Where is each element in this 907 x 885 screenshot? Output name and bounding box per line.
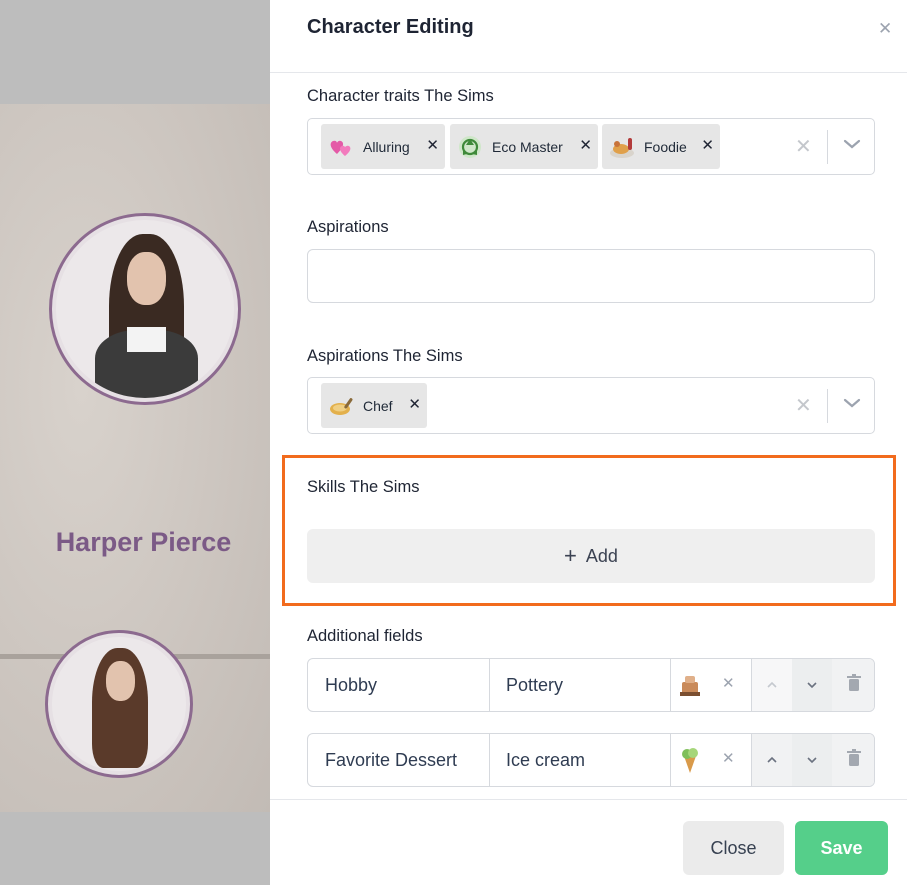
ice-cream-icon[interactable] bbox=[678, 746, 702, 774]
delete-field-button[interactable] bbox=[832, 659, 874, 711]
traits-select[interactable]: Alluring ✕ Eco Master ✕ Foodie ✕ ✕ bbox=[307, 118, 875, 175]
hearts-icon bbox=[327, 133, 355, 161]
field-key-input[interactable]: Hobby bbox=[308, 659, 490, 711]
move-up-button[interactable] bbox=[752, 734, 792, 786]
field-key-input[interactable]: Favorite Dessert bbox=[308, 734, 490, 786]
aspiration-chip-chef: Chef ✕ bbox=[321, 383, 427, 428]
panel-header: Character Editing ✕ bbox=[270, 0, 907, 73]
field-value-input[interactable]: Ice cream bbox=[490, 734, 671, 786]
chef-pan-icon bbox=[327, 392, 355, 420]
clear-selection-icon[interactable]: ✕ bbox=[795, 393, 812, 418]
field-value-input[interactable]: Pottery bbox=[490, 659, 671, 711]
additional-fields-label: Additional fields bbox=[307, 627, 423, 645]
panel-title: Character Editing bbox=[307, 16, 474, 38]
additional-field-row: Hobby Pottery ✕ bbox=[307, 658, 875, 712]
move-down-button[interactable] bbox=[792, 734, 832, 786]
aspirations-input[interactable] bbox=[307, 249, 875, 303]
chevron-down-icon[interactable] bbox=[840, 391, 864, 415]
background-overlay-bottom bbox=[0, 812, 270, 885]
aspirations-label: Aspirations bbox=[307, 218, 389, 236]
trash-icon bbox=[846, 673, 862, 697]
trait-chip-alluring: Alluring ✕ bbox=[321, 124, 445, 169]
aspirations-sims-label: Aspirations The Sims bbox=[307, 347, 463, 365]
remove-chip-icon[interactable]: ✕ bbox=[408, 395, 421, 413]
remove-chip-icon[interactable]: ✕ bbox=[426, 136, 439, 154]
second-character-avatar bbox=[45, 630, 193, 778]
skills-label: Skills The Sims bbox=[307, 478, 420, 496]
panel-footer: Close Save bbox=[270, 799, 907, 885]
add-skill-label: Add bbox=[585, 545, 618, 566]
chevron-down-icon[interactable] bbox=[840, 132, 864, 156]
save-button[interactable]: Save bbox=[795, 821, 888, 875]
background-character-list: Harper Pierce bbox=[0, 0, 270, 885]
delete-field-button[interactable] bbox=[832, 734, 874, 786]
character-editing-panel: Character Editing ✕ Character traits The… bbox=[270, 0, 907, 885]
recycle-icon bbox=[456, 133, 484, 161]
add-skill-button[interactable]: + Add bbox=[307, 529, 875, 583]
trait-chip-foodie: Foodie ✕ bbox=[602, 124, 720, 169]
aspirations-sims-select[interactable]: Chef ✕ ✕ bbox=[307, 377, 875, 434]
additional-field-row: Favorite Dessert Ice cream ✕ bbox=[307, 733, 875, 787]
trait-chip-eco-master: Eco Master ✕ bbox=[450, 124, 598, 169]
character-avatar bbox=[49, 213, 241, 405]
remove-chip-icon[interactable]: ✕ bbox=[579, 136, 592, 154]
food-plate-icon bbox=[608, 133, 636, 161]
remove-chip-icon[interactable]: ✕ bbox=[701, 136, 714, 154]
clear-icon[interactable]: ✕ bbox=[722, 749, 735, 767]
close-button[interactable]: Close bbox=[683, 821, 784, 875]
pottery-wheel-icon[interactable] bbox=[678, 671, 702, 699]
clear-selection-icon[interactable]: ✕ bbox=[795, 134, 812, 159]
trash-icon bbox=[846, 748, 862, 772]
move-up-button[interactable] bbox=[752, 659, 792, 711]
plus-icon: + bbox=[564, 543, 577, 568]
close-icon[interactable]: ✕ bbox=[878, 19, 892, 39]
move-down-button[interactable] bbox=[792, 659, 832, 711]
character-name: Harper Pierce bbox=[55, 527, 232, 557]
clear-icon[interactable]: ✕ bbox=[722, 674, 735, 692]
traits-label: Character traits The Sims bbox=[307, 87, 494, 105]
